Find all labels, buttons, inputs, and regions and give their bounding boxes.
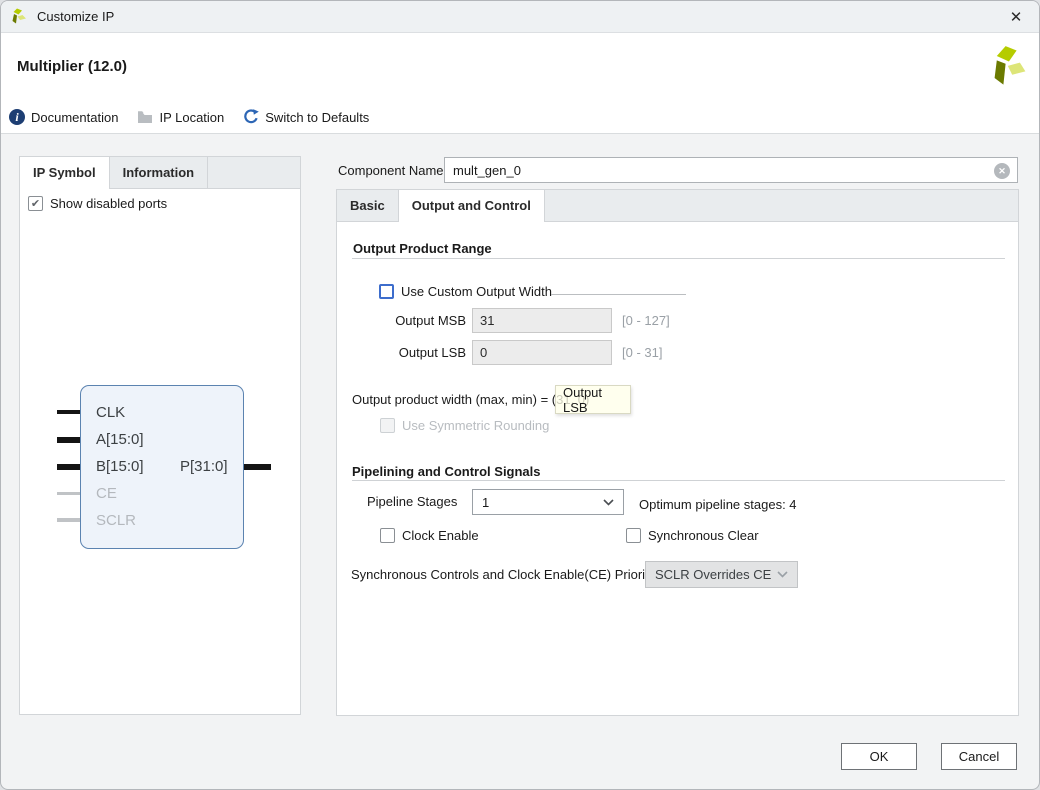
section-divider [352,480,1005,481]
section-divider [352,258,1005,259]
ip-location-label: IP Location [159,110,224,125]
dialog-header: Multiplier (12.0) i Documentation IP Loc… [1,33,1039,134]
use-symmetric-rounding-checkbox: Use Symmetric Rounding [380,418,549,433]
output-lsb-label: Output LSB [357,345,466,360]
checkbox-unchecked-icon [379,284,394,299]
output-msb-range: [0 - 127] [622,313,670,328]
synchronous-clear-checkbox[interactable]: Synchronous Clear [626,528,759,543]
port-ce-label: CE [96,485,117,502]
port-a-label: A[15:0] [96,431,144,448]
documentation-button[interactable]: i Documentation [9,109,118,125]
switch-to-defaults-button[interactable]: Switch to Defaults [243,109,369,125]
decorative-line [551,294,686,295]
component-name-input[interactable]: mult_gen_0 ✕ [444,157,1018,183]
tab-ip-symbol[interactable]: IP Symbol [20,157,110,188]
close-icon[interactable]: ✕ [999,4,1033,30]
component-name-value: mult_gen_0 [453,163,521,178]
ip-symbol-panel: IP Symbol Information ✔ Show disabled po… [19,156,301,715]
port-p-stub [244,464,271,470]
port-sclr-stub [57,518,80,522]
cancel-button[interactable]: Cancel [941,743,1017,770]
pipeline-stages-label: Pipeline Stages [367,494,457,509]
pipeline-stages-dropdown[interactable]: 1 [472,489,624,515]
port-clk-stub [57,410,80,414]
use-custom-output-width-checkbox[interactable]: Use Custom Output Width [379,284,552,299]
port-a-stub [57,437,80,443]
checkbox-disabled-icon [380,418,395,433]
refresh-icon [243,109,259,125]
use-symmetric-rounding-label: Use Symmetric Rounding [402,418,549,433]
xilinx-logo-icon [11,8,28,25]
checkbox-checked-icon: ✔ [28,196,43,211]
show-disabled-ports-label: Show disabled ports [50,196,167,211]
xilinx-logo [993,45,1027,89]
ok-button[interactable]: OK [841,743,917,770]
window-title: Customize IP [37,9,114,24]
clock-enable-label: Clock Enable [402,528,479,543]
output-msb-input: 31 [472,308,612,333]
tab-information[interactable]: Information [110,157,209,188]
customize-ip-dialog: Customize IP ✕ Multiplier (12.0) i Docum… [0,0,1040,790]
switch-to-defaults-label: Switch to Defaults [265,110,369,125]
folder-icon [137,110,153,124]
output-lsb-range: [0 - 31] [622,345,662,360]
output-and-control-page: Output Product Range Use Custom Output W… [337,222,1018,715]
tab-basic[interactable]: Basic [337,190,399,221]
config-tabs: Basic Output and Control [337,190,1018,222]
pipeline-stages-value: 1 [482,495,489,510]
checkbox-unchecked-icon [626,528,641,543]
optimum-pipeline-text: Optimum pipeline stages: 4 [639,497,797,512]
output-msb-label: Output MSB [357,313,466,328]
use-custom-output-width-label: Use Custom Output Width [401,284,552,299]
output-lsb-input: 0 [472,340,612,365]
synchronous-clear-label: Synchronous Clear [648,528,759,543]
checkbox-unchecked-icon [380,528,395,543]
product-width-text: Output product width (max, min) = (31, 0… [352,392,589,407]
port-sclr-label: SCLR [96,512,136,529]
tooltip-text: Output LSB [563,385,623,415]
title-bar: Customize IP ✕ [1,1,1039,33]
config-panel: Basic Output and Control Output Product … [336,189,1019,716]
tooltip: Output LSB [555,385,631,414]
output-product-range-title: Output Product Range [353,241,492,256]
chevron-down-icon [777,571,788,578]
priority-dropdown: SCLR Overrides CE [645,561,798,588]
port-clk-label: CLK [96,404,125,421]
documentation-label: Documentation [31,110,118,125]
toolbar: i Documentation IP Location Switch to De… [9,109,369,125]
chevron-down-icon [603,499,614,506]
info-icon: i [9,109,25,125]
ip-title: Multiplier (12.0) [17,58,127,75]
pipelining-section-title: Pipelining and Control Signals [352,464,541,479]
port-b-stub [57,464,80,470]
port-p-label: P[31:0] [180,458,228,475]
port-b-label: B[15:0] [96,458,144,475]
port-ce-stub [57,492,80,495]
left-panel-tabs: IP Symbol Information [20,157,300,189]
ip-location-button[interactable]: IP Location [137,110,224,125]
component-name-label: Component Name [338,163,444,178]
clock-enable-checkbox[interactable]: Clock Enable [380,528,479,543]
priority-label: Synchronous Controls and Clock Enable(CE… [351,567,655,582]
show-disabled-ports-checkbox[interactable]: ✔ Show disabled ports [28,196,167,211]
clear-icon[interactable]: ✕ [994,163,1010,179]
tab-output-and-control[interactable]: Output and Control [399,190,545,221]
priority-value: SCLR Overrides CE [655,567,771,582]
